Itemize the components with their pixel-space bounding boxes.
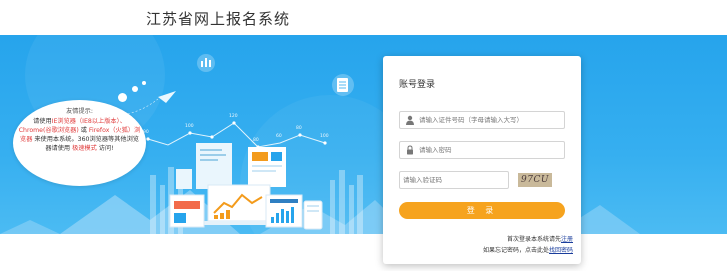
register-prefix: 首次登录本系统请先 [506, 236, 561, 243]
id-number-field[interactable] [399, 111, 565, 129]
tip-speed-mode: 极速模式 [72, 145, 97, 152]
password-input[interactable] [419, 142, 559, 158]
tip-text: 友情提示: 请使用IE浏览器（IE8以上版本）、 Chrome(谷歌浏览器) 或… [17, 107, 142, 153]
tip-text-part: 访问! [98, 145, 114, 152]
forgot-note: 如果忘记密码，点击此处找回密码 [483, 245, 573, 254]
forgot-prefix: 如果忘记密码，点击此处 [482, 247, 549, 254]
tip-chrome: Chrome(谷歌浏览器) [18, 127, 79, 134]
bubble-dot [142, 81, 146, 85]
tip-text-part: 或 [80, 127, 87, 134]
tip-text-part: 、 [119, 118, 126, 125]
header: 江苏省网上报名系统 [0, 0, 727, 35]
user-icon [406, 115, 414, 125]
site-title: 江苏省网上报名系统 [146, 10, 291, 28]
forgot-password-link[interactable]: 找回密码 [549, 247, 573, 254]
register-link[interactable]: 注册 [561, 236, 573, 243]
chart-label: 80 [253, 137, 259, 143]
tip-text-part: 请使用 [33, 118, 52, 125]
register-note: 首次登录本系统请先注册 [507, 234, 573, 243]
hero-banner: 90 100 120 80 60 80 100 友情提示: 请使用IE浏览器（I… [0, 35, 727, 234]
captcha-image[interactable]: 97CU [518, 173, 552, 187]
chart-label: 120 [229, 113, 238, 119]
login-card: 账号登录 97CU 登 录 首次登录本系统请先注册 如果忘记密码，点击此处找回密… [383, 56, 581, 264]
lock-icon [407, 145, 413, 155]
password-field[interactable] [399, 141, 565, 159]
captcha-input[interactable] [403, 172, 503, 188]
chart-label: 100 [320, 133, 329, 139]
tip-ie: IE浏览器（IE8以上版本） [51, 118, 120, 125]
captcha-field[interactable] [399, 171, 509, 189]
tip-title: 友情提示: [66, 108, 93, 115]
bubble-dot [132, 86, 138, 92]
chart-label: 80 [296, 125, 302, 131]
chart-label: 100 [185, 123, 194, 129]
login-button[interactable]: 登 录 [399, 202, 565, 219]
chart-label: 60 [276, 133, 282, 139]
login-title: 账号登录 [399, 80, 436, 90]
footer-strip [0, 234, 727, 271]
bubble-dot [118, 93, 127, 102]
id-number-input[interactable] [419, 112, 559, 128]
